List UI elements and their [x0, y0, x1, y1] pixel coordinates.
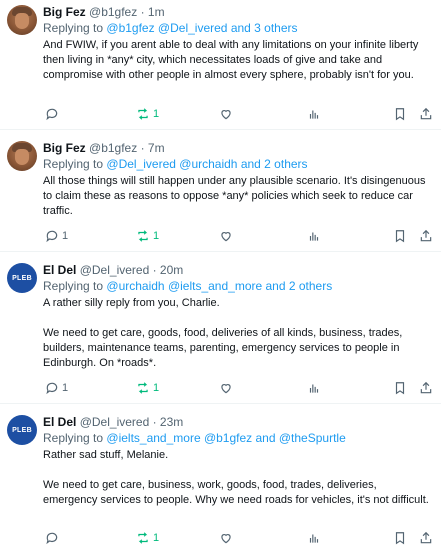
tweet[interactable]: PLEB El Del @Del_ivered · 23m Replying t… [0, 404, 441, 553]
tweet-actions: 1 1 [43, 380, 433, 396]
retweet-button[interactable]: 1 [136, 380, 159, 396]
reply-icon [46, 230, 58, 243]
tweet-header: El Del @Del_ivered · 20m [43, 263, 184, 277]
share-icon [420, 229, 432, 242]
share-button[interactable] [419, 530, 433, 546]
avatar[interactable]: PLEB [7, 263, 37, 293]
tweet[interactable]: Big Fez @b1gfez · 7m Replying to @Del_iv… [0, 130, 441, 252]
timestamp[interactable]: 1m [148, 5, 165, 19]
like-button[interactable] [219, 530, 233, 546]
avatar[interactable] [7, 141, 37, 171]
like-button[interactable] [219, 380, 233, 396]
bookmark-icon [395, 382, 405, 395]
reply-icon [46, 532, 58, 545]
reply-icon [46, 108, 58, 121]
tweet-text: A rather silly reply from you, Charlie. … [43, 297, 403, 369]
analytics-icon [309, 232, 319, 241]
views-button[interactable] [307, 530, 321, 546]
retweet-icon [138, 532, 148, 544]
reply-button[interactable] [45, 106, 62, 122]
replying-to: Replying to @urchaidh @ielts_and_more an… [43, 279, 333, 293]
reply-mentions[interactable]: @ielts_and_more @b1gfez and @theSpurtle [106, 431, 345, 445]
views-button[interactable] [307, 380, 321, 396]
tweet-actions: 1 1 [43, 228, 433, 244]
replying-to: Replying to @b1gfez @Del_ivered and 3 ot… [43, 21, 298, 35]
share-button[interactable] [419, 380, 433, 396]
bookmark-icon [395, 532, 405, 545]
reply-mentions[interactable]: @b1gfez @Del_ivered and 3 others [106, 21, 297, 35]
share-icon [420, 531, 432, 544]
tweet-text: Rather sad stuff, Melanie. We need to ge… [43, 449, 429, 506]
share-icon [420, 107, 432, 120]
reply-button[interactable]: 1 [45, 380, 68, 396]
tweet[interactable]: Big Fez @b1gfez · 1m Replying to @b1gfez… [0, 0, 441, 130]
tweet-text: All those things will still happen under… [43, 175, 426, 217]
retweet-icon [138, 108, 148, 120]
retweet-button[interactable]: 1 [136, 228, 159, 244]
replying-to: Replying to @Del_ivered @urchaidh and 2 … [43, 157, 308, 171]
tweet-actions: 1 [43, 106, 433, 122]
reply-button[interactable]: 1 [45, 228, 68, 244]
avatar[interactable]: PLEB [7, 415, 37, 445]
bookmark-button[interactable] [393, 530, 407, 546]
timestamp[interactable]: 20m [160, 263, 183, 277]
user-handle[interactable]: @Del_ivered [80, 263, 150, 277]
heart-icon [221, 384, 231, 394]
like-button[interactable] [219, 106, 233, 122]
retweet-icon [138, 382, 148, 394]
avatar[interactable] [7, 5, 37, 35]
bookmark-icon [395, 230, 405, 243]
tweet-header: Big Fez @b1gfez · 7m [43, 141, 165, 155]
reply-mentions[interactable]: @Del_ivered @urchaidh and 2 others [106, 157, 307, 171]
tweet-text: And FWIW, if you arent able to deal with… [43, 39, 419, 81]
bookmark-icon [395, 108, 405, 121]
retweet-icon [138, 230, 148, 242]
views-button[interactable] [307, 228, 321, 244]
user-handle[interactable]: @Del_ivered [80, 415, 150, 429]
analytics-icon [309, 110, 319, 119]
display-name[interactable]: El Del [43, 415, 76, 429]
replying-to: Replying to @ielts_and_more @b1gfez and … [43, 431, 346, 445]
user-handle[interactable]: @b1gfez [89, 141, 137, 155]
heart-icon [221, 534, 231, 544]
bookmark-button[interactable] [393, 380, 407, 396]
reply-button[interactable] [45, 530, 62, 546]
bookmark-button[interactable] [393, 106, 407, 122]
views-button[interactable] [307, 106, 321, 122]
share-icon [420, 381, 432, 394]
analytics-icon [309, 384, 319, 393]
retweet-button[interactable]: 1 [136, 530, 159, 546]
user-handle[interactable]: @b1gfez [89, 5, 137, 19]
reply-mentions[interactable]: @urchaidh @ielts_and_more and 2 others [106, 279, 332, 293]
display-name[interactable]: Big Fez [43, 5, 86, 19]
reply-icon [46, 382, 58, 395]
like-button[interactable] [219, 228, 233, 244]
tweet-header: El Del @Del_ivered · 23m [43, 415, 184, 429]
share-button[interactable] [419, 228, 433, 244]
bookmark-button[interactable] [393, 228, 407, 244]
analytics-icon [309, 534, 319, 543]
tweet-header: Big Fez @b1gfez · 1m [43, 5, 165, 19]
retweet-button[interactable]: 1 [136, 106, 159, 122]
display-name[interactable]: El Del [43, 263, 76, 277]
display-name[interactable]: Big Fez [43, 141, 86, 155]
timestamp[interactable]: 23m [160, 415, 183, 429]
tweet[interactable]: PLEB El Del @Del_ivered · 20m Replying t… [0, 252, 441, 404]
timestamp[interactable]: 7m [148, 141, 165, 155]
tweet-actions: 1 [43, 530, 433, 546]
heart-icon [221, 110, 231, 120]
heart-icon [221, 232, 231, 242]
share-button[interactable] [419, 106, 433, 122]
